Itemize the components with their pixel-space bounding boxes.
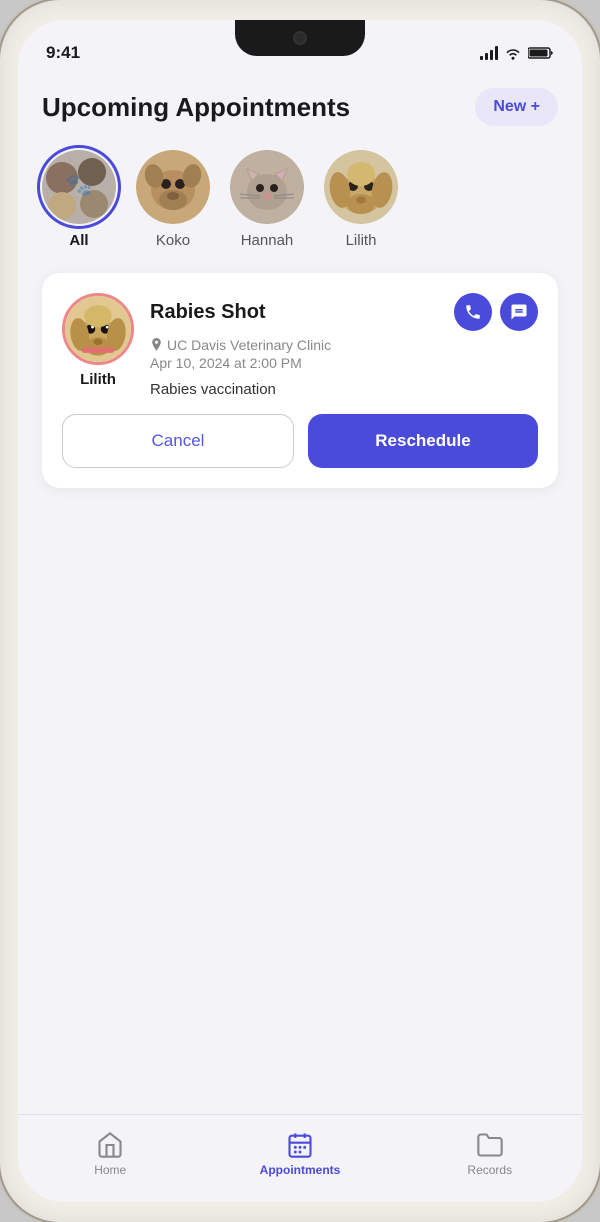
location-text: UC Davis Veterinary Clinic <box>167 337 331 353</box>
home-icon <box>96 1131 124 1159</box>
pet-avatar-hannah <box>230 150 304 224</box>
chat-icon <box>510 303 528 321</box>
calendar-icon <box>286 1131 314 1159</box>
message-button[interactable] <box>500 293 538 331</box>
card-pet-name: Lilith <box>80 371 116 388</box>
card-pet-column: Lilith <box>62 293 134 388</box>
pet-filter-koko[interactable]: Koko <box>136 150 210 249</box>
status-icons <box>480 46 554 60</box>
appointment-location: UC Davis Veterinary Clinic <box>150 337 538 353</box>
pet-avatar-koko <box>136 150 210 224</box>
nav-appointments-label: Appointments <box>260 1163 341 1177</box>
pet-avatar-lilith <box>324 150 398 224</box>
nav-appointments[interactable]: Appointments <box>260 1131 341 1177</box>
appointment-title: Rabies Shot <box>150 301 266 324</box>
koko-image <box>136 150 210 224</box>
card-info: Rabies Shot <box>150 293 538 398</box>
nav-records-label: Records <box>467 1163 512 1177</box>
appointment-datetime: Apr 10, 2024 at 2:00 PM <box>150 355 538 371</box>
card-pet-avatar <box>62 293 134 365</box>
pet-label-koko: Koko <box>156 232 190 249</box>
cancel-button[interactable]: Cancel <box>62 414 294 468</box>
appointment-action-buttons: Cancel Reschedule <box>62 414 538 468</box>
call-button[interactable] <box>454 293 492 331</box>
page-header: Upcoming Appointments New + <box>42 88 558 126</box>
card-title-row: Rabies Shot <box>150 293 538 331</box>
svg-text:🐾: 🐾 <box>65 172 92 197</box>
battery-icon <box>528 46 554 60</box>
appointment-description: Rabies vaccination <box>150 381 538 398</box>
content-area: Upcoming Appointments New + <box>18 72 582 1114</box>
nav-records[interactable]: Records <box>455 1131 525 1177</box>
folder-icon <box>476 1131 504 1159</box>
pet-filter-row: 🐾 All <box>42 150 558 249</box>
lilith-image <box>324 150 398 224</box>
new-appointment-button[interactable]: New + <box>475 88 558 126</box>
all-pets-image: 🐾 <box>42 150 116 224</box>
hannah-image <box>230 150 304 224</box>
notch <box>235 20 365 56</box>
phone-shell: 9:41 <box>0 0 600 1222</box>
pet-filter-lilith[interactable]: Lilith <box>324 150 398 249</box>
pet-label-lilith: Lilith <box>346 232 377 249</box>
page-title: Upcoming Appointments <box>42 92 350 123</box>
phone-screen: 9:41 <box>18 20 582 1202</box>
status-time: 9:41 <box>46 43 80 63</box>
card-top-row: Lilith Rabies Shot <box>62 293 538 398</box>
wifi-icon <box>504 46 522 60</box>
nav-home-label: Home <box>94 1163 126 1177</box>
nav-home[interactable]: Home <box>75 1131 145 1177</box>
pet-avatar-all: 🐾 <box>42 150 116 224</box>
pet-filter-all[interactable]: 🐾 All <box>42 150 116 249</box>
pet-label-hannah: Hannah <box>241 232 294 249</box>
location-icon <box>150 338 163 353</box>
reschedule-button[interactable]: Reschedule <box>308 414 538 468</box>
appointment-card: Lilith Rabies Shot <box>42 273 558 488</box>
pet-filter-hannah[interactable]: Hannah <box>230 150 304 249</box>
card-lilith-image <box>65 293 131 365</box>
notch-camera <box>293 31 307 45</box>
pet-label-all: All <box>69 232 88 249</box>
signal-icon <box>480 46 498 60</box>
bottom-navigation: Home Appointments <box>18 1114 582 1202</box>
phone-icon <box>464 303 482 321</box>
card-action-buttons <box>454 293 538 331</box>
